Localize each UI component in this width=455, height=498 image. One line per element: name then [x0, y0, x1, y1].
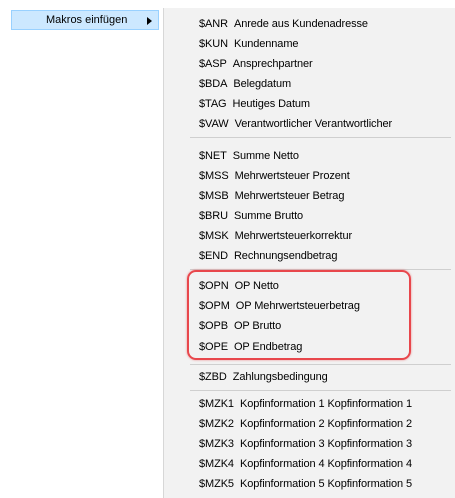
menu-item-vaw[interactable]: $VAW Verantwortlicher Verantwortlicher [199, 115, 392, 133]
menu-item-asp[interactable]: $ASP Ansprechpartner [199, 55, 313, 73]
menu-item-bda[interactable]: $BDA Belegdatum [199, 75, 291, 93]
menu-item-msk[interactable]: $MSK Mehrwertsteuerkorrektur [199, 227, 352, 245]
menu-item-bru[interactable]: $BRU Summe Brutto [199, 207, 303, 225]
menu-item-tag[interactable]: $TAG Heutiges Datum [199, 95, 310, 113]
menu-item-mzk4[interactable]: $MZK4 Kopfinformation 4 Kopfinformation 4 [199, 455, 412, 473]
menu-item-zbd[interactable]: $ZBD Zahlungsbedingung [199, 368, 328, 386]
menu-separator [190, 137, 451, 138]
menu-item-mzk3[interactable]: $MZK3 Kopfinformation 3 Kopfinformation 3 [199, 435, 412, 453]
menu-item-mzk1[interactable]: $MZK1 Kopfinformation 1 Kopfinformation 1 [199, 395, 412, 413]
menu-item-mzk2[interactable]: $MZK2 Kopfinformation 2 Kopfinformation 2 [199, 415, 412, 433]
menu-item-net[interactable]: $NET Summe Netto [199, 147, 299, 165]
menu-item-makros-einfuegen[interactable]: Makros einfügen [11, 10, 159, 30]
menu-item-anr[interactable]: $ANR Anrede aus Kundenadresse [199, 15, 368, 33]
macro-submenu: $ANR Anrede aus Kundenadresse $KUN Kundenn… [163, 8, 455, 498]
menu-item-mzk5[interactable]: $MZK5 Kopfinformation 5 Kopfinformation 5 [199, 475, 412, 493]
annotation-highlight-box [187, 270, 411, 360]
menu-item-msb[interactable]: $MSB Mehrwertsteuer Betrag [199, 187, 344, 205]
menu-item-end[interactable]: $END Rechnungsendbetrag [199, 247, 337, 265]
menu-separator [190, 390, 451, 391]
chevron-right-icon [147, 16, 152, 28]
menu-separator [190, 364, 451, 365]
menu-item-mss[interactable]: $MSS Mehrwertsteuer Prozent [199, 167, 350, 185]
menu-item-label: Makros einfügen [46, 14, 128, 26]
menu-item-kun[interactable]: $KUN Kundenname [199, 35, 299, 53]
